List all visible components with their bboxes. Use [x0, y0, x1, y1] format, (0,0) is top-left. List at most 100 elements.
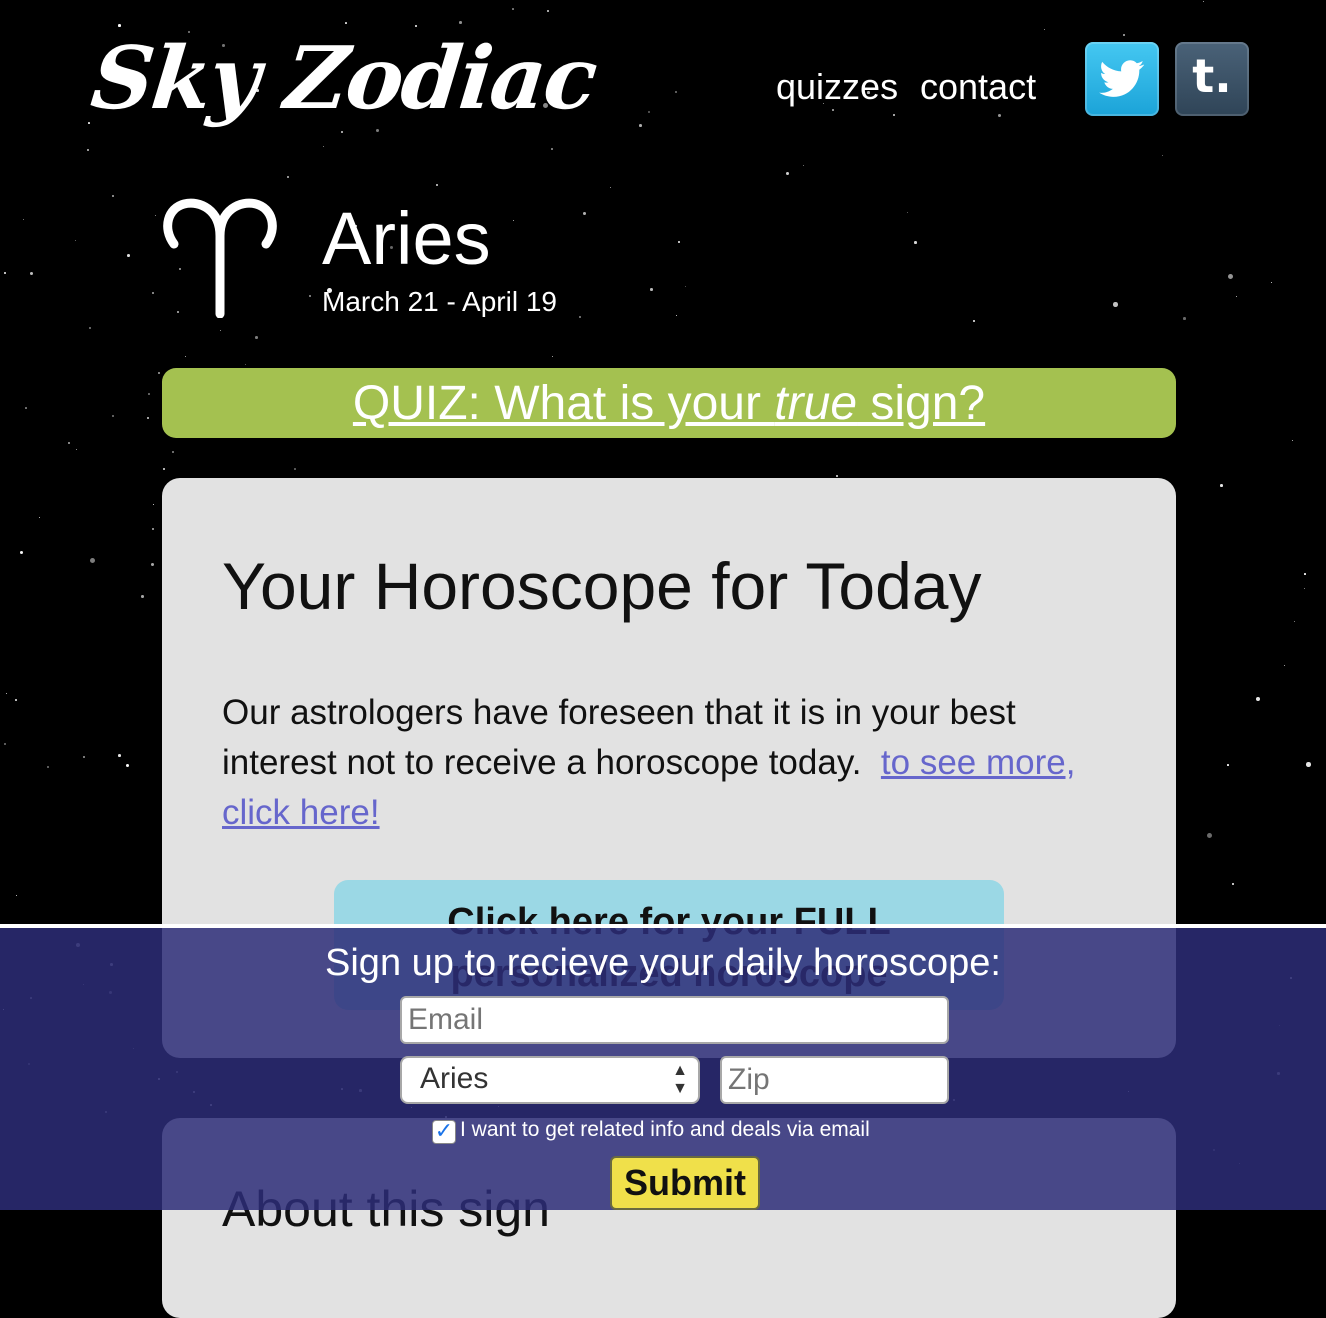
star	[1236, 296, 1238, 298]
quiz-link[interactable]: QUIZ: What is your true sign?	[353, 376, 985, 431]
star	[220, 330, 222, 332]
star	[1123, 34, 1126, 37]
star	[832, 109, 834, 111]
star	[294, 468, 296, 470]
star	[1271, 282, 1273, 284]
zip-input[interactable]	[720, 1056, 949, 1104]
star	[147, 417, 150, 420]
star	[141, 595, 144, 598]
star	[650, 288, 653, 291]
star	[547, 10, 549, 12]
star	[76, 449, 78, 451]
star	[1304, 588, 1306, 590]
star	[118, 24, 121, 27]
sign-select-value: Aries	[420, 1062, 489, 1095]
star	[1203, 1, 1205, 3]
star	[1183, 317, 1186, 320]
star	[287, 176, 290, 179]
star	[158, 372, 161, 375]
star	[583, 212, 586, 215]
star	[152, 292, 155, 295]
star	[1220, 484, 1223, 487]
star	[87, 149, 89, 151]
star	[893, 114, 896, 117]
nav-quizzes-link[interactable]: quizzes	[776, 66, 898, 108]
star	[126, 764, 129, 767]
star	[323, 146, 325, 148]
star	[1228, 274, 1234, 280]
star	[152, 528, 154, 530]
star	[648, 111, 651, 114]
star	[1284, 665, 1286, 667]
tumblr-button[interactable]: t.	[1175, 42, 1249, 116]
star	[47, 766, 50, 769]
twitter-button[interactable]	[1085, 42, 1159, 116]
star	[23, 219, 24, 220]
twitter-bird-icon	[1099, 60, 1145, 97]
signup-title: Sign up to recieve your daily horoscope:	[325, 942, 1001, 984]
star	[552, 356, 554, 358]
star	[1113, 302, 1118, 307]
star	[153, 504, 155, 506]
sign-select[interactable]: Aries ▲ ▼	[400, 1056, 700, 1104]
star	[907, 212, 909, 214]
star	[803, 165, 805, 167]
star	[1162, 155, 1164, 157]
star	[90, 558, 96, 564]
email-input[interactable]	[400, 996, 949, 1044]
deals-checkbox-label: I want to get related info and deals via…	[460, 1118, 870, 1141]
quiz-link-suffix: sign?	[857, 376, 986, 430]
star	[4, 272, 7, 275]
star	[513, 220, 515, 222]
star	[415, 25, 418, 28]
tumblr-icon: t.	[1192, 49, 1232, 103]
quiz-link-prefix: QUIZ: What is your	[352, 376, 775, 430]
star	[245, 364, 247, 366]
star	[914, 241, 917, 244]
star	[83, 756, 86, 759]
star	[459, 21, 462, 24]
star	[151, 563, 154, 566]
nav-contact-link[interactable]: contact	[920, 66, 1036, 108]
quiz-link-emphasis: true	[774, 376, 858, 430]
signup-overlay: Sign up to recieve your daily horoscope:…	[0, 924, 1326, 1210]
star	[68, 442, 71, 445]
submit-button[interactable]: Submit	[610, 1156, 760, 1210]
aries-symbol-icon	[163, 198, 277, 318]
star	[112, 415, 115, 418]
site-logo[interactable]: Sky Zodiac	[87, 28, 600, 129]
star	[551, 148, 553, 150]
star	[1044, 29, 1046, 31]
star	[39, 517, 41, 519]
checkmark-icon: ✓	[434, 1119, 454, 1144]
star	[75, 240, 77, 242]
star	[25, 407, 27, 409]
star	[676, 315, 678, 317]
horoscope-body: Our astrologers have foreseen that it is…	[222, 688, 1122, 838]
star	[6, 693, 8, 695]
star	[786, 172, 789, 175]
star	[1292, 440, 1294, 442]
star	[185, 356, 187, 358]
star	[89, 327, 92, 330]
sign-dates: March 21 - April 19	[322, 286, 557, 317]
star	[112, 195, 115, 198]
star	[118, 754, 121, 757]
select-arrows-icon: ▲ ▼	[672, 1062, 688, 1097]
star	[1227, 764, 1229, 766]
star	[436, 184, 439, 187]
star	[579, 316, 581, 318]
star	[127, 254, 130, 257]
star	[172, 451, 175, 454]
star	[16, 895, 18, 897]
star	[309, 295, 312, 298]
star	[20, 551, 23, 554]
star	[376, 129, 379, 132]
star	[1232, 883, 1235, 886]
star	[1304, 573, 1306, 575]
star	[675, 91, 677, 93]
star	[341, 131, 344, 134]
deals-checkbox[interactable]: ✓	[432, 1120, 456, 1144]
star	[973, 320, 976, 323]
star	[610, 187, 612, 189]
